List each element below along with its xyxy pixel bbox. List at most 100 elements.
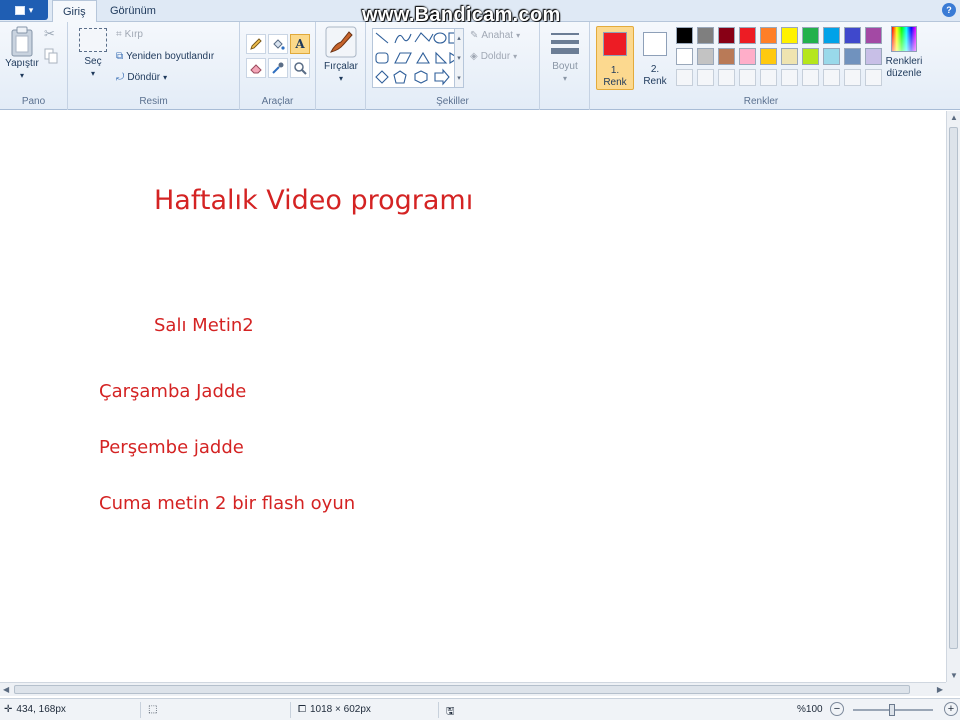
brushes-label: Fırçalar (324, 61, 358, 72)
image-size-value: 1018 × 602px (310, 704, 371, 715)
edit-colors-button[interactable]: Renkleri düzenle (882, 26, 926, 80)
palette-swatch[interactable] (739, 27, 756, 44)
copy-icon[interactable] (44, 48, 58, 64)
canvas[interactable]: Haftalık Video programı Salı Metin2 Çarş… (0, 111, 946, 682)
palette-swatch[interactable] (697, 69, 714, 86)
cut-icon[interactable]: ✂ (44, 26, 55, 42)
tab-home[interactable]: Giriş (52, 0, 97, 23)
palette-swatch[interactable] (676, 69, 693, 86)
palette-swatch[interactable] (760, 27, 777, 44)
canvas-line-wednesday: Çarşamba Jadde (99, 381, 247, 402)
palette-swatch[interactable] (844, 48, 861, 65)
selection-icon: ⬚ (148, 704, 158, 715)
palette-swatch[interactable] (844, 69, 861, 86)
fill-button[interactable]: ◈ Doldur ▾ (470, 51, 517, 62)
palette-swatch[interactable] (739, 69, 756, 86)
rotate-label: Döndür (127, 72, 161, 83)
brushes-button[interactable]: Fırçalar ▾ (320, 26, 362, 85)
palette-swatch[interactable] (718, 48, 735, 65)
palette-swatch[interactable] (802, 69, 819, 86)
paste-button[interactable]: Yapıştır ▾ (4, 26, 40, 82)
shapes-gallery-scroll[interactable]: ▴ ▾ ▾ (454, 28, 464, 88)
palette-swatch[interactable] (802, 48, 819, 65)
horizontal-scrollbar[interactable]: ◀ ▶ (0, 682, 946, 696)
help-icon[interactable]: ? (942, 3, 956, 17)
color-picker-icon[interactable] (268, 58, 288, 78)
palette-swatch[interactable] (697, 27, 714, 44)
vertical-scrollbar[interactable]: ▲ ▼ (946, 111, 960, 682)
zoom-out-button[interactable]: − (830, 702, 844, 716)
brush-icon (325, 26, 357, 58)
paste-label: Yapıştır (5, 58, 39, 69)
palette-swatch[interactable] (865, 27, 882, 44)
palette-swatch[interactable] (844, 27, 861, 44)
rotate-button[interactable]: ⤾ Döndür ▾ (116, 72, 167, 83)
group-label-image: Resim (139, 96, 168, 107)
tab-view[interactable]: Görünüm (100, 0, 166, 22)
color2-button[interactable]: 2. Renk (636, 26, 674, 90)
palette-swatch[interactable] (760, 69, 777, 86)
group-shapes: ▴ ▾ ▾ ✎ Anahat ▾ ◈ Doldur ▾ Şekiller (366, 22, 540, 110)
palette-swatch[interactable] (823, 69, 840, 86)
zoom-level: %100 (797, 704, 823, 715)
edit-colors-label-line2: düzenle (886, 68, 922, 79)
palette-swatch[interactable] (802, 27, 819, 44)
canvas-title: Haftalık Video programı (154, 185, 474, 216)
color2-label-line1: 2. (650, 64, 660, 75)
text-tool-icon[interactable]: A (290, 34, 310, 54)
palette-swatch[interactable] (865, 48, 882, 65)
palette-swatch[interactable] (823, 48, 840, 65)
palette-swatch[interactable] (676, 27, 693, 44)
save-disk-icon: 🖫 (446, 706, 455, 717)
scrollbar-corner (946, 682, 960, 696)
group-label-colors: Renkler (743, 96, 779, 107)
palette-swatch[interactable] (760, 48, 777, 65)
palette-swatch[interactable] (697, 48, 714, 65)
group-size: Boyut ▾ (540, 22, 590, 110)
palette-swatch[interactable] (781, 69, 798, 86)
status-bar: ✛ 434, 168px ⬚ ⧠ 1018 × 602px 🖫 %100 − + (0, 698, 960, 720)
color1-button[interactable]: 1. Renk (596, 26, 634, 90)
dropdown-arrow-icon: ▾ (338, 74, 343, 83)
file-menu-button[interactable]: ▾ (0, 0, 48, 20)
palette-swatch[interactable] (718, 69, 735, 86)
zoom-in-button[interactable]: + (944, 702, 958, 716)
palette-swatch[interactable] (781, 27, 798, 44)
size-button[interactable]: Boyut ▾ (546, 30, 584, 85)
palette-swatch[interactable] (739, 48, 756, 65)
palette-swatch[interactable] (865, 69, 882, 86)
crosshair-icon: ✛ (4, 704, 13, 715)
shapes-gallery[interactable] (372, 28, 462, 88)
color2-label-line2: Renk (643, 76, 667, 87)
pencil-icon[interactable] (246, 34, 266, 54)
crop-label: Kırp (124, 29, 143, 40)
color1-swatch (603, 32, 627, 56)
select-label: Seç (84, 56, 102, 67)
palette-swatch[interactable] (823, 27, 840, 44)
horizontal-scroll-thumb[interactable] (14, 685, 910, 694)
zoom-slider[interactable] (853, 704, 933, 716)
palette-swatch[interactable] (676, 48, 693, 65)
scroll-right-icon[interactable]: ▶ (937, 685, 943, 694)
select-button[interactable]: Seç ▾ (76, 28, 110, 80)
scroll-down-icon[interactable]: ▼ (950, 671, 958, 680)
outline-button[interactable]: ✎ Anahat ▾ (470, 30, 520, 41)
magnifier-icon[interactable] (290, 58, 310, 78)
color-spectrum-icon (891, 26, 917, 52)
scroll-up-icon[interactable]: ▲ (950, 113, 958, 122)
resize-button[interactable]: ⧉ Yeniden boyutlandır (116, 51, 214, 62)
zoom-slider-thumb[interactable] (889, 704, 895, 716)
fill-bucket-icon[interactable] (268, 34, 288, 54)
palette-swatch[interactable] (781, 48, 798, 65)
group-label-tools: Araçlar (261, 96, 294, 107)
eraser-icon[interactable] (246, 58, 266, 78)
group-label-shapes: Şekiller (436, 96, 469, 107)
canvas-line-tuesday: Salı Metin2 (154, 315, 254, 336)
vertical-scroll-thumb[interactable] (949, 127, 958, 649)
dropdown-arrow-icon: ▾ (28, 4, 34, 15)
crop-button[interactable]: ⌗ Kırp (116, 29, 143, 40)
scroll-left-icon[interactable]: ◀ (3, 685, 9, 694)
tab-home-label: Giriş (63, 6, 86, 18)
palette-swatch[interactable] (718, 27, 735, 44)
dropdown-arrow-icon: ▾ (516, 31, 521, 40)
